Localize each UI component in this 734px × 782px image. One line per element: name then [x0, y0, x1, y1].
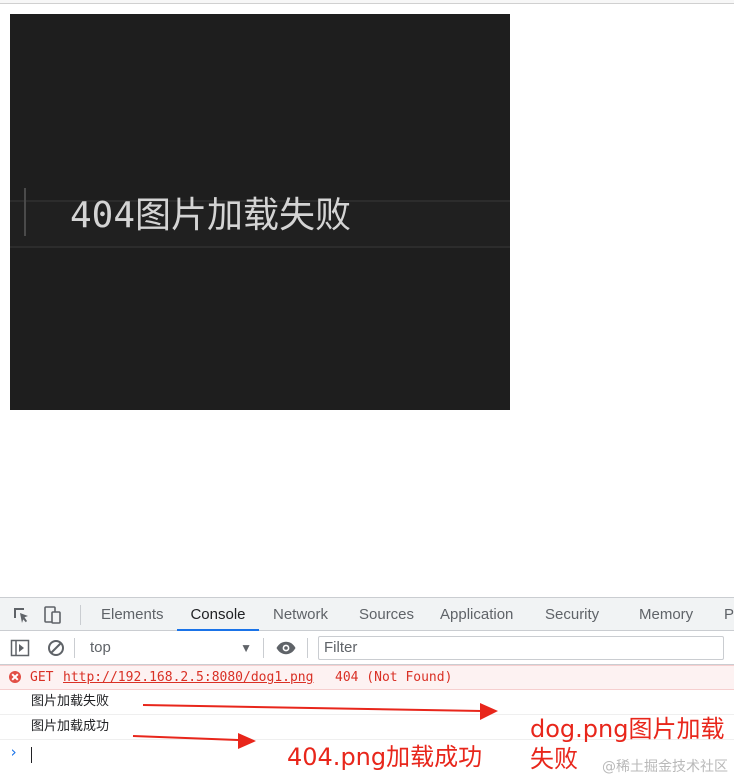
- annotation-arrow-lower: [132, 733, 256, 749]
- annotation-arrows: [132, 703, 498, 749]
- annotation-right-line2: 失败: [530, 745, 578, 773]
- annotation-middle: 404.png加载成功: [287, 743, 483, 771]
- watermark: @稀土掘金技术社区: [602, 759, 728, 775]
- annotation-arrow-upper: [142, 703, 498, 720]
